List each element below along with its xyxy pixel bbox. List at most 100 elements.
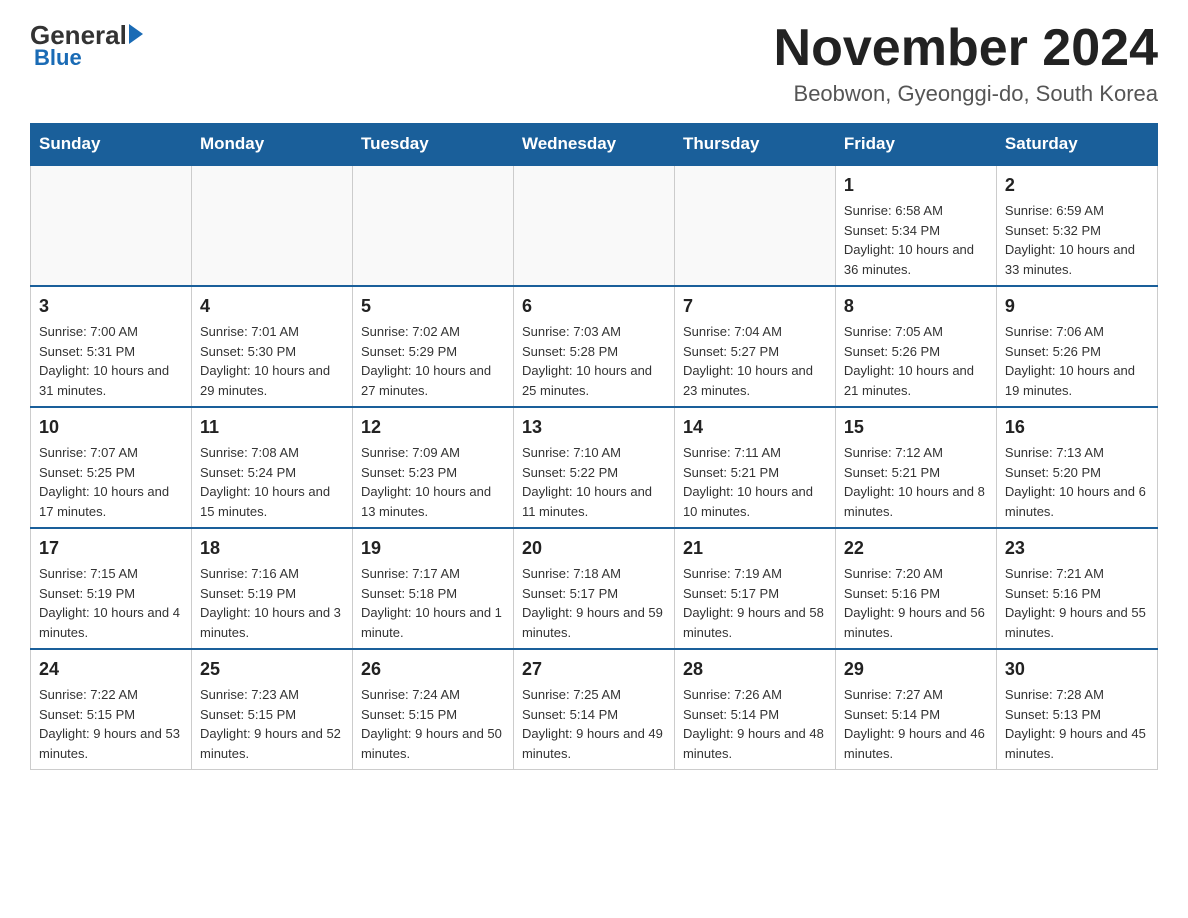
day-number: 11 [200, 414, 344, 441]
day-info: Sunrise: 7:03 AM Sunset: 5:28 PM Dayligh… [522, 322, 666, 400]
calendar-cell: 10Sunrise: 7:07 AM Sunset: 5:25 PM Dayli… [31, 407, 192, 528]
calendar-cell: 6Sunrise: 7:03 AM Sunset: 5:28 PM Daylig… [513, 286, 674, 407]
calendar-cell: 9Sunrise: 7:06 AM Sunset: 5:26 PM Daylig… [996, 286, 1157, 407]
day-number: 7 [683, 293, 827, 320]
day-info: Sunrise: 7:17 AM Sunset: 5:18 PM Dayligh… [361, 564, 505, 642]
logo-blue: Blue [30, 45, 82, 71]
day-info: Sunrise: 7:04 AM Sunset: 5:27 PM Dayligh… [683, 322, 827, 400]
day-info: Sunrise: 7:18 AM Sunset: 5:17 PM Dayligh… [522, 564, 666, 642]
calendar-week-row: 24Sunrise: 7:22 AM Sunset: 5:15 PM Dayli… [31, 649, 1158, 770]
day-header-monday: Monday [191, 124, 352, 166]
calendar-cell: 7Sunrise: 7:04 AM Sunset: 5:27 PM Daylig… [674, 286, 835, 407]
day-info: Sunrise: 7:11 AM Sunset: 5:21 PM Dayligh… [683, 443, 827, 521]
calendar-cell: 12Sunrise: 7:09 AM Sunset: 5:23 PM Dayli… [352, 407, 513, 528]
day-number: 10 [39, 414, 183, 441]
day-info: Sunrise: 7:21 AM Sunset: 5:16 PM Dayligh… [1005, 564, 1149, 642]
day-info: Sunrise: 7:28 AM Sunset: 5:13 PM Dayligh… [1005, 685, 1149, 763]
day-number: 2 [1005, 172, 1149, 199]
calendar-cell: 17Sunrise: 7:15 AM Sunset: 5:19 PM Dayli… [31, 528, 192, 649]
day-info: Sunrise: 7:19 AM Sunset: 5:17 PM Dayligh… [683, 564, 827, 642]
day-number: 5 [361, 293, 505, 320]
logo-triangle-icon [129, 24, 143, 44]
calendar-week-row: 10Sunrise: 7:07 AM Sunset: 5:25 PM Dayli… [31, 407, 1158, 528]
title-area: November 2024 Beobwon, Gyeonggi-do, Sout… [774, 20, 1158, 107]
day-number: 25 [200, 656, 344, 683]
day-info: Sunrise: 7:16 AM Sunset: 5:19 PM Dayligh… [200, 564, 344, 642]
day-info: Sunrise: 7:05 AM Sunset: 5:26 PM Dayligh… [844, 322, 988, 400]
calendar-cell: 2Sunrise: 6:59 AM Sunset: 5:32 PM Daylig… [996, 165, 1157, 286]
calendar-cell: 11Sunrise: 7:08 AM Sunset: 5:24 PM Dayli… [191, 407, 352, 528]
day-info: Sunrise: 7:00 AM Sunset: 5:31 PM Dayligh… [39, 322, 183, 400]
day-number: 17 [39, 535, 183, 562]
day-info: Sunrise: 7:20 AM Sunset: 5:16 PM Dayligh… [844, 564, 988, 642]
day-info: Sunrise: 7:22 AM Sunset: 5:15 PM Dayligh… [39, 685, 183, 763]
day-number: 27 [522, 656, 666, 683]
day-info: Sunrise: 7:01 AM Sunset: 5:30 PM Dayligh… [200, 322, 344, 400]
day-number: 15 [844, 414, 988, 441]
day-info: Sunrise: 7:02 AM Sunset: 5:29 PM Dayligh… [361, 322, 505, 400]
calendar-cell: 5Sunrise: 7:02 AM Sunset: 5:29 PM Daylig… [352, 286, 513, 407]
day-number: 19 [361, 535, 505, 562]
calendar-cell: 27Sunrise: 7:25 AM Sunset: 5:14 PM Dayli… [513, 649, 674, 770]
calendar-cell [31, 165, 192, 286]
calendar-cell [513, 165, 674, 286]
calendar-cell: 29Sunrise: 7:27 AM Sunset: 5:14 PM Dayli… [835, 649, 996, 770]
day-info: Sunrise: 7:15 AM Sunset: 5:19 PM Dayligh… [39, 564, 183, 642]
day-number: 14 [683, 414, 827, 441]
day-info: Sunrise: 7:09 AM Sunset: 5:23 PM Dayligh… [361, 443, 505, 521]
day-info: Sunrise: 7:10 AM Sunset: 5:22 PM Dayligh… [522, 443, 666, 521]
calendar-subtitle: Beobwon, Gyeonggi-do, South Korea [774, 81, 1158, 107]
calendar-cell: 15Sunrise: 7:12 AM Sunset: 5:21 PM Dayli… [835, 407, 996, 528]
day-info: Sunrise: 7:08 AM Sunset: 5:24 PM Dayligh… [200, 443, 344, 521]
day-info: Sunrise: 7:13 AM Sunset: 5:20 PM Dayligh… [1005, 443, 1149, 521]
day-info: Sunrise: 7:07 AM Sunset: 5:25 PM Dayligh… [39, 443, 183, 521]
calendar-cell: 23Sunrise: 7:21 AM Sunset: 5:16 PM Dayli… [996, 528, 1157, 649]
day-info: Sunrise: 7:23 AM Sunset: 5:15 PM Dayligh… [200, 685, 344, 763]
calendar-cell: 16Sunrise: 7:13 AM Sunset: 5:20 PM Dayli… [996, 407, 1157, 528]
day-number: 6 [522, 293, 666, 320]
day-info: Sunrise: 7:26 AM Sunset: 5:14 PM Dayligh… [683, 685, 827, 763]
day-number: 12 [361, 414, 505, 441]
day-number: 3 [39, 293, 183, 320]
day-number: 1 [844, 172, 988, 199]
header-area: General Blue November 2024 Beobwon, Gyeo… [30, 20, 1158, 107]
day-number: 22 [844, 535, 988, 562]
day-info: Sunrise: 7:06 AM Sunset: 5:26 PM Dayligh… [1005, 322, 1149, 400]
day-number: 28 [683, 656, 827, 683]
calendar-cell: 8Sunrise: 7:05 AM Sunset: 5:26 PM Daylig… [835, 286, 996, 407]
day-number: 20 [522, 535, 666, 562]
day-header-thursday: Thursday [674, 124, 835, 166]
day-number: 9 [1005, 293, 1149, 320]
day-header-wednesday: Wednesday [513, 124, 674, 166]
day-info: Sunrise: 6:59 AM Sunset: 5:32 PM Dayligh… [1005, 201, 1149, 279]
calendar-cell: 22Sunrise: 7:20 AM Sunset: 5:16 PM Dayli… [835, 528, 996, 649]
calendar-cell: 14Sunrise: 7:11 AM Sunset: 5:21 PM Dayli… [674, 407, 835, 528]
calendar-cell: 24Sunrise: 7:22 AM Sunset: 5:15 PM Dayli… [31, 649, 192, 770]
day-number: 13 [522, 414, 666, 441]
calendar-cell: 18Sunrise: 7:16 AM Sunset: 5:19 PM Dayli… [191, 528, 352, 649]
calendar-cell [674, 165, 835, 286]
calendar-cell: 30Sunrise: 7:28 AM Sunset: 5:13 PM Dayli… [996, 649, 1157, 770]
logo: General Blue [30, 20, 143, 71]
calendar-cell: 26Sunrise: 7:24 AM Sunset: 5:15 PM Dayli… [352, 649, 513, 770]
day-info: Sunrise: 7:12 AM Sunset: 5:21 PM Dayligh… [844, 443, 988, 521]
calendar-cell: 21Sunrise: 7:19 AM Sunset: 5:17 PM Dayli… [674, 528, 835, 649]
calendar-cell: 3Sunrise: 7:00 AM Sunset: 5:31 PM Daylig… [31, 286, 192, 407]
day-info: Sunrise: 7:24 AM Sunset: 5:15 PM Dayligh… [361, 685, 505, 763]
day-info: Sunrise: 7:27 AM Sunset: 5:14 PM Dayligh… [844, 685, 988, 763]
calendar-week-row: 3Sunrise: 7:00 AM Sunset: 5:31 PM Daylig… [31, 286, 1158, 407]
calendar-cell: 1Sunrise: 6:58 AM Sunset: 5:34 PM Daylig… [835, 165, 996, 286]
calendar-week-row: 1Sunrise: 6:58 AM Sunset: 5:34 PM Daylig… [31, 165, 1158, 286]
calendar-header-row: SundayMondayTuesdayWednesdayThursdayFrid… [31, 124, 1158, 166]
calendar-cell: 28Sunrise: 7:26 AM Sunset: 5:14 PM Dayli… [674, 649, 835, 770]
day-number: 24 [39, 656, 183, 683]
day-number: 23 [1005, 535, 1149, 562]
day-number: 21 [683, 535, 827, 562]
calendar-cell: 25Sunrise: 7:23 AM Sunset: 5:15 PM Dayli… [191, 649, 352, 770]
calendar-title: November 2024 [774, 20, 1158, 77]
calendar-cell: 13Sunrise: 7:10 AM Sunset: 5:22 PM Dayli… [513, 407, 674, 528]
day-number: 30 [1005, 656, 1149, 683]
calendar-cell: 19Sunrise: 7:17 AM Sunset: 5:18 PM Dayli… [352, 528, 513, 649]
day-header-saturday: Saturday [996, 124, 1157, 166]
day-info: Sunrise: 7:25 AM Sunset: 5:14 PM Dayligh… [522, 685, 666, 763]
